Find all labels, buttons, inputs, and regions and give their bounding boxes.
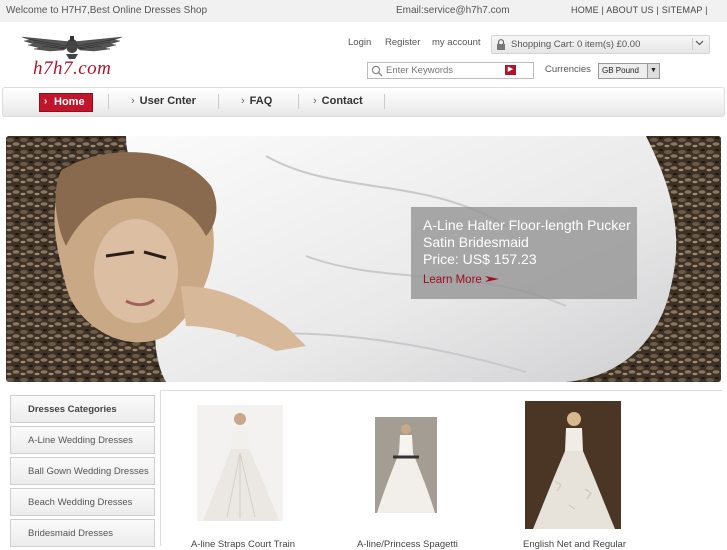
top-links: HOME | ABOUT US | SITEMAP |	[571, 5, 708, 15]
lock-icon	[497, 39, 505, 50]
promo-title-line-2: Satin Bridesmaid	[423, 234, 529, 250]
chevron-right-icon: ›	[44, 96, 48, 107]
main-nav: › Home › User Cnter › FAQ › Contact	[2, 87, 725, 117]
top-link-home[interactable]: HOME	[571, 5, 599, 15]
separator: |	[656, 5, 659, 15]
category-item-a-line[interactable]: A-Line Wedding Dresses	[10, 426, 155, 454]
nav-divider	[108, 94, 109, 109]
eagle-wings-logo[interactable]	[20, 34, 124, 60]
currency-label: Currencies	[545, 64, 591, 75]
search-input[interactable]	[386, 64, 504, 76]
login-link[interactable]: Login	[348, 37, 371, 48]
arrow-right-icon[interactable]	[485, 274, 499, 284]
product-grid: A-line Straps Court Train A-line/Princes…	[160, 390, 722, 550]
logo-text[interactable]: h7h7.com	[33, 58, 111, 80]
search-box: ▶	[367, 62, 534, 79]
my-account-link[interactable]: my account	[432, 37, 481, 48]
nav-item-home[interactable]: › Home	[39, 93, 93, 112]
chevron-right-icon: ›	[131, 95, 135, 107]
chevron-down-icon[interactable]	[692, 38, 706, 50]
nav-label: FAQ	[249, 95, 273, 107]
currency-select[interactable]: GB Pound ▼	[598, 63, 660, 79]
dropdown-arrow-icon: ▼	[647, 64, 659, 78]
learn-more-link[interactable]: Learn More	[423, 274, 482, 286]
chevron-right-icon: ›	[241, 95, 245, 107]
top-link-about[interactable]: ABOUT US	[606, 5, 653, 15]
nav-item-user-center[interactable]: › User Cnter	[131, 95, 196, 107]
hero-banner[interactable]: A-Line Halter Floor-length Pucker Satin …	[6, 136, 721, 382]
separator: |	[705, 5, 708, 15]
category-heading: Dresses Categories	[10, 395, 155, 423]
nav-item-faq[interactable]: › FAQ	[241, 95, 272, 107]
promo-price: Price: US$ 157.23	[423, 251, 537, 267]
cart-summary: Shopping Cart: 0 item(s) £0.00	[511, 39, 641, 50]
nav-divider	[298, 94, 299, 109]
currency-value: GB Pound	[602, 66, 639, 75]
nav-label: Contact	[321, 95, 363, 107]
product-image[interactable]	[197, 405, 283, 521]
category-heading-label: Dresses Categories	[28, 404, 117, 415]
shopping-cart[interactable]: Shopping Cart: 0 item(s) £0.00	[491, 35, 710, 54]
category-item-ball-gown[interactable]: Ball Gown Wedding Dresses	[10, 457, 155, 485]
chevron-right-icon: ›	[313, 95, 317, 107]
promo-overlay: A-Line Halter Floor-length Pucker Satin …	[411, 207, 637, 299]
separator: |	[601, 5, 605, 15]
nav-divider	[218, 94, 219, 109]
welcome-text: Welcome to H7H7,Best Online Dresses Shop	[6, 5, 208, 16]
category-label: A-Line Wedding Dresses	[28, 435, 133, 446]
register-link[interactable]: Register	[385, 37, 420, 48]
nav-label: Home	[54, 96, 85, 108]
category-label: Bridesmaid Dresses	[28, 528, 113, 539]
product-image[interactable]	[525, 401, 621, 529]
nav-label: User Cnter	[139, 95, 196, 107]
nav-item-contact[interactable]: › Contact	[313, 95, 363, 107]
product-image[interactable]	[375, 417, 437, 513]
top-link-sitemap[interactable]: SITEMAP	[662, 5, 703, 15]
search-submit-button[interactable]: ▶	[505, 65, 516, 75]
category-item-bridesmaid[interactable]: Bridesmaid Dresses	[10, 519, 155, 547]
category-label: Ball Gown Wedding Dresses	[28, 466, 149, 477]
search-icon	[371, 65, 383, 77]
header: h7h7.com Login Register my account Shopp…	[0, 22, 727, 86]
top-bar: Welcome to H7H7,Best Online Dresses Shop…	[0, 0, 727, 22]
promo-title-line-1: A-Line Halter Floor-length Pucker	[423, 217, 631, 233]
category-item-beach[interactable]: Beach Wedding Dresses	[10, 488, 155, 516]
nav-divider	[384, 94, 385, 109]
category-label: Beach Wedding Dresses	[28, 497, 133, 508]
contact-email[interactable]: Email:service@h7h7.com	[396, 5, 510, 16]
